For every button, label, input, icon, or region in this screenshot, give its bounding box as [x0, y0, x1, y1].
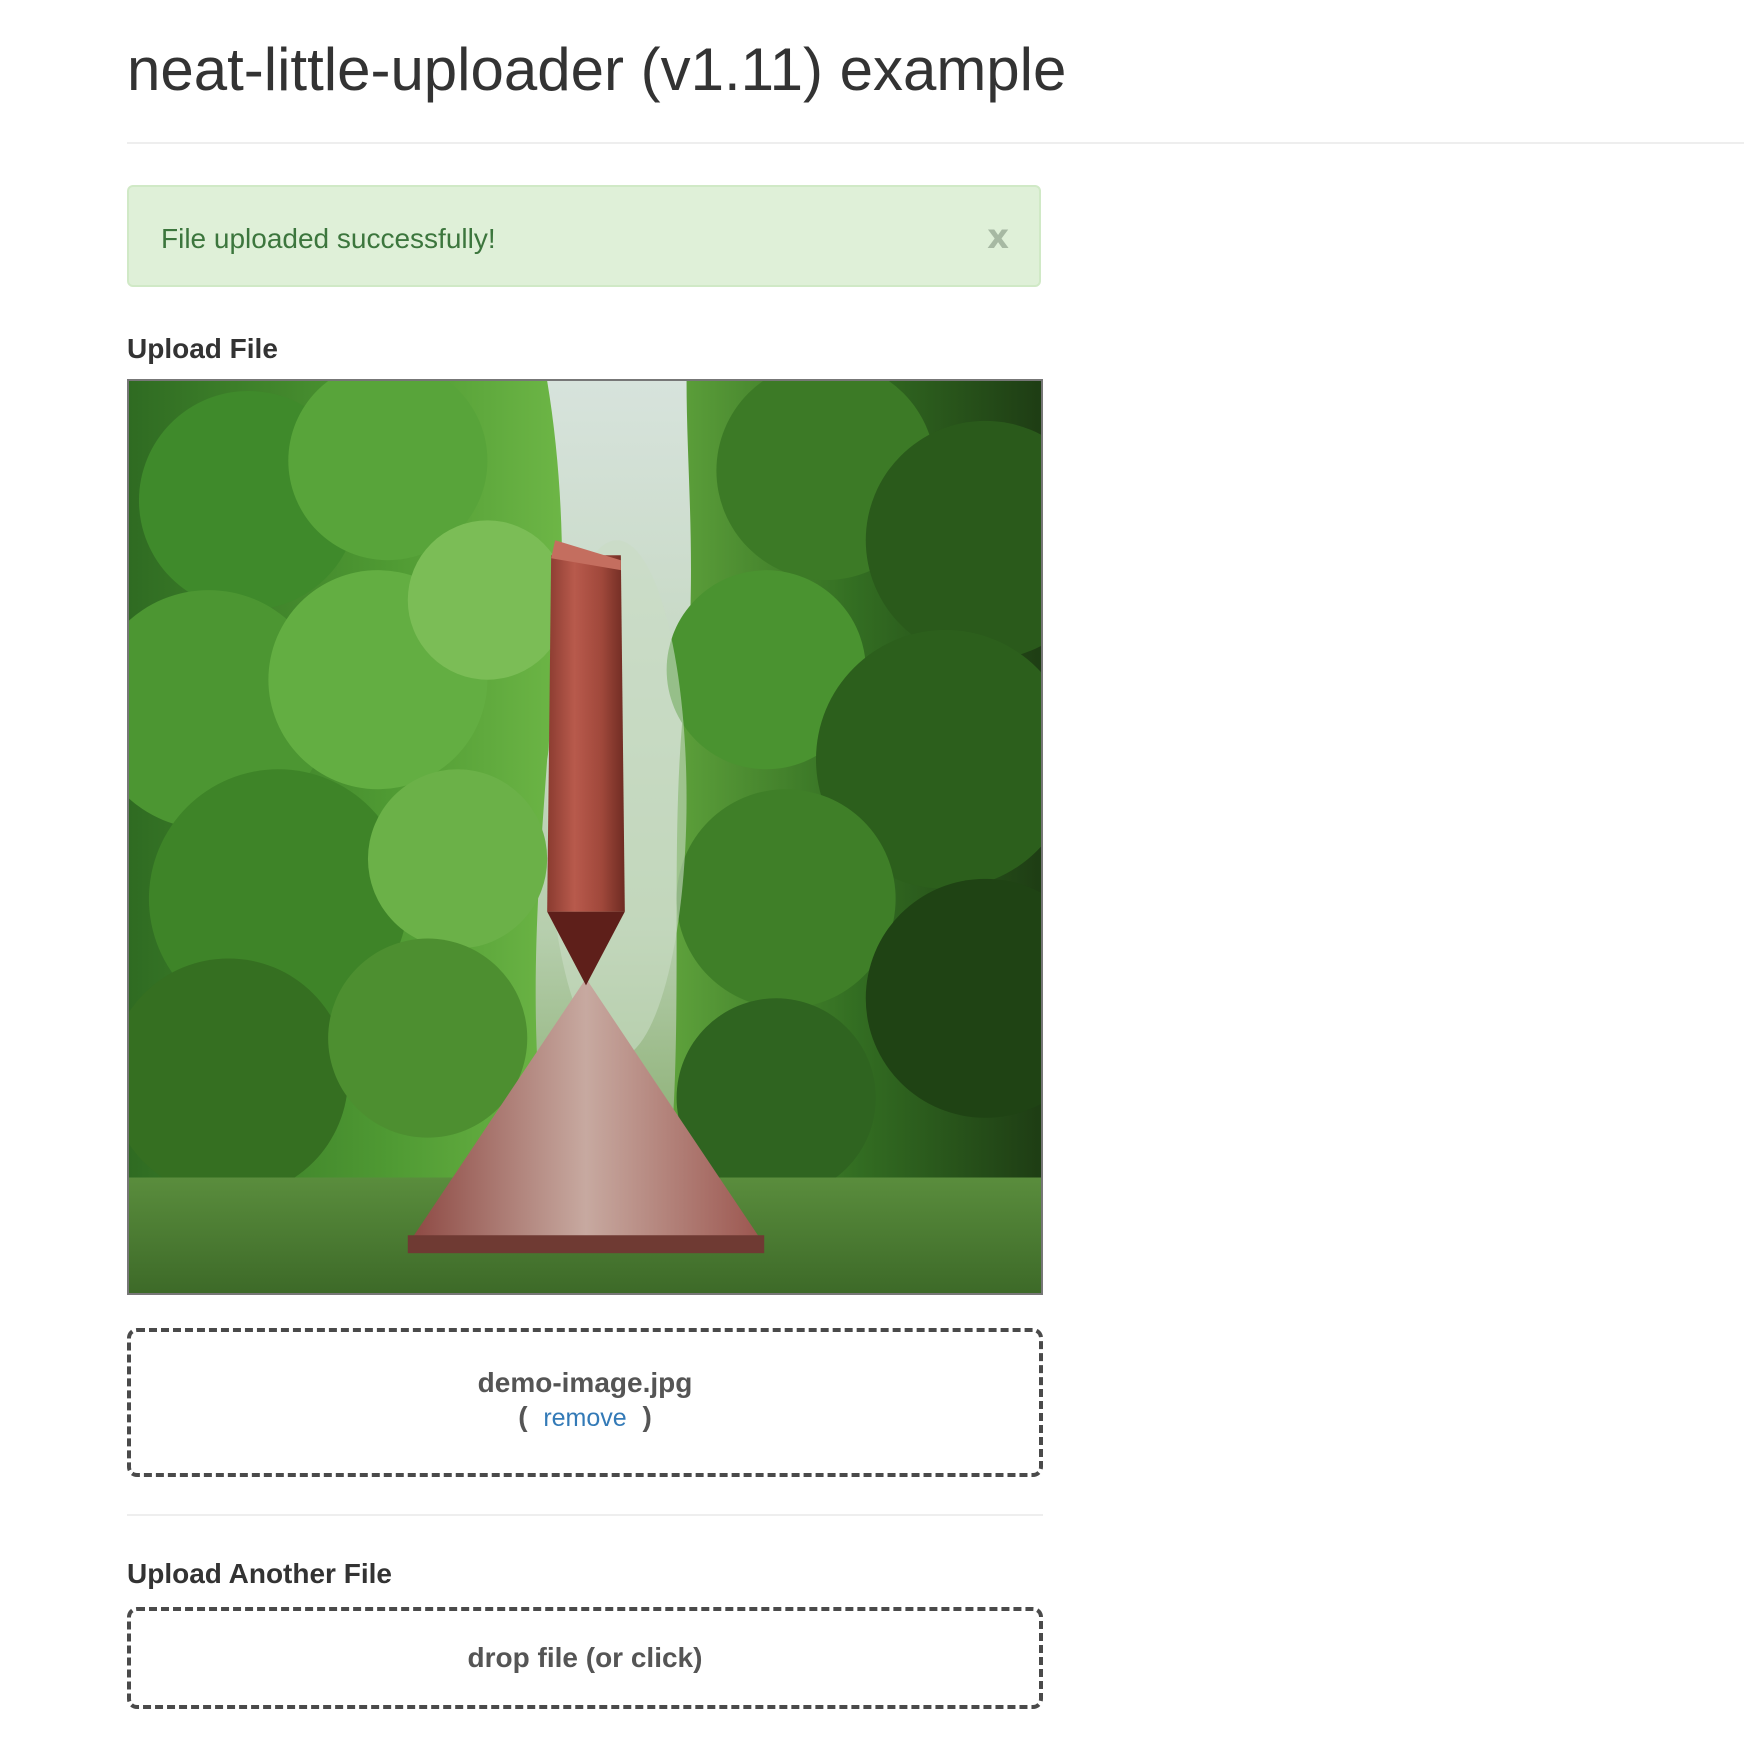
- upload-another-file-label: Upload Another File: [127, 1558, 392, 1589]
- preview-image: [129, 381, 1041, 1293]
- success-alert: File uploaded successfully! x: [127, 185, 1041, 287]
- upload-file-label: Upload File: [127, 333, 278, 364]
- uploaded-file-name: demo-image.jpg: [477, 1367, 693, 1398]
- upload-another-dropzone[interactable]: drop file (or click): [127, 1607, 1043, 1709]
- alert-close-button[interactable]: x: [987, 219, 1009, 255]
- alert-message: File uploaded successfully!: [161, 223, 496, 254]
- uploaded-file-dropzone[interactable]: demo-image.jpg ( remove ): [127, 1328, 1043, 1477]
- remove-close-paren: ): [642, 1401, 652, 1432]
- remove-line: ( remove ): [131, 1400, 1039, 1435]
- remove-link[interactable]: remove: [543, 1404, 626, 1432]
- drop-file-prompt: drop file (or click): [467, 1642, 703, 1673]
- page-title: neat-little-uploader (v1.11) example: [127, 36, 1067, 103]
- section-divider: [127, 1514, 1043, 1516]
- remove-open-paren: (: [518, 1401, 528, 1432]
- uploaded-image-preview[interactable]: [127, 379, 1043, 1295]
- title-divider: [127, 142, 1744, 144]
